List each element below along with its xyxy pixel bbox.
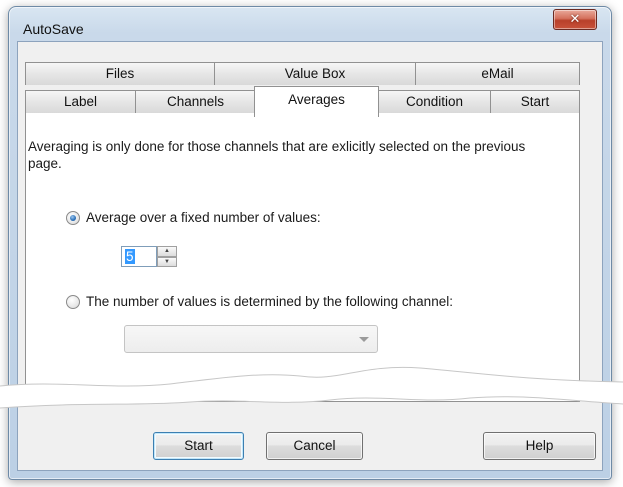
tab-email[interactable]: eMail: [415, 62, 580, 85]
window-title: AutoSave: [23, 21, 84, 37]
spin-up-icon[interactable]: ▲: [157, 246, 177, 257]
help-button-label: Help: [525, 438, 554, 453]
radio-fixed-count-label: Average over a fixed number of values:: [86, 210, 321, 225]
tab-row-bottom: Label Channels Averages Condition Start: [25, 86, 580, 117]
averages-description: Averaging is only done for those channel…: [28, 139, 526, 171]
tab-condition[interactable]: Condition: [378, 90, 491, 113]
tab-files[interactable]: Files: [25, 62, 215, 85]
radio-channel-determined[interactable]: The number of values is determined by th…: [66, 294, 453, 309]
tab-channels[interactable]: Channels: [135, 90, 256, 113]
radio-channel-determined-indicator[interactable]: [66, 294, 80, 309]
close-button[interactable]: ✕: [553, 9, 597, 30]
cancel-button[interactable]: Cancel: [266, 432, 363, 460]
tab-start[interactable]: Start: [490, 90, 580, 113]
tab-start-label: Start: [520, 94, 550, 109]
value-count-text: 5: [125, 249, 135, 264]
spin-down-icon[interactable]: ▼: [157, 256, 177, 267]
chevron-down-icon: [359, 337, 369, 342]
cancel-button-label: Cancel: [293, 438, 336, 453]
title-bar: AutoSave ✕: [9, 7, 611, 41]
tab-value-box[interactable]: Value Box: [214, 62, 416, 85]
tab-row-top: Files Value Box eMail: [25, 62, 580, 85]
tab-channels-label: Channels: [166, 94, 225, 109]
tab-files-label: Files: [105, 66, 135, 81]
value-count-input[interactable]: 5: [121, 246, 157, 267]
start-button-label: Start: [184, 438, 213, 453]
tab-label-label: Label: [63, 94, 98, 109]
close-icon: ✕: [569, 12, 581, 27]
help-button[interactable]: Help: [483, 432, 596, 460]
radio-fixed-count[interactable]: Average over a fixed number of values:: [66, 210, 321, 225]
tab-email-label: eMail: [481, 66, 514, 81]
value-count-stepper[interactable]: 5 ▲ ▼: [121, 246, 179, 267]
start-button[interactable]: Start: [153, 432, 244, 460]
tab-averages-label: Averages: [288, 92, 345, 107]
radio-fixed-count-indicator[interactable]: [66, 210, 80, 225]
tab-condition-label: Condition: [405, 94, 464, 109]
radio-channel-determined-label: The number of values is determined by th…: [86, 294, 453, 309]
tab-averages[interactable]: Averages: [254, 86, 379, 117]
channel-select[interactable]: [124, 325, 378, 353]
tab-value-box-label: Value Box: [284, 66, 346, 81]
tab-label[interactable]: Label: [25, 90, 136, 113]
